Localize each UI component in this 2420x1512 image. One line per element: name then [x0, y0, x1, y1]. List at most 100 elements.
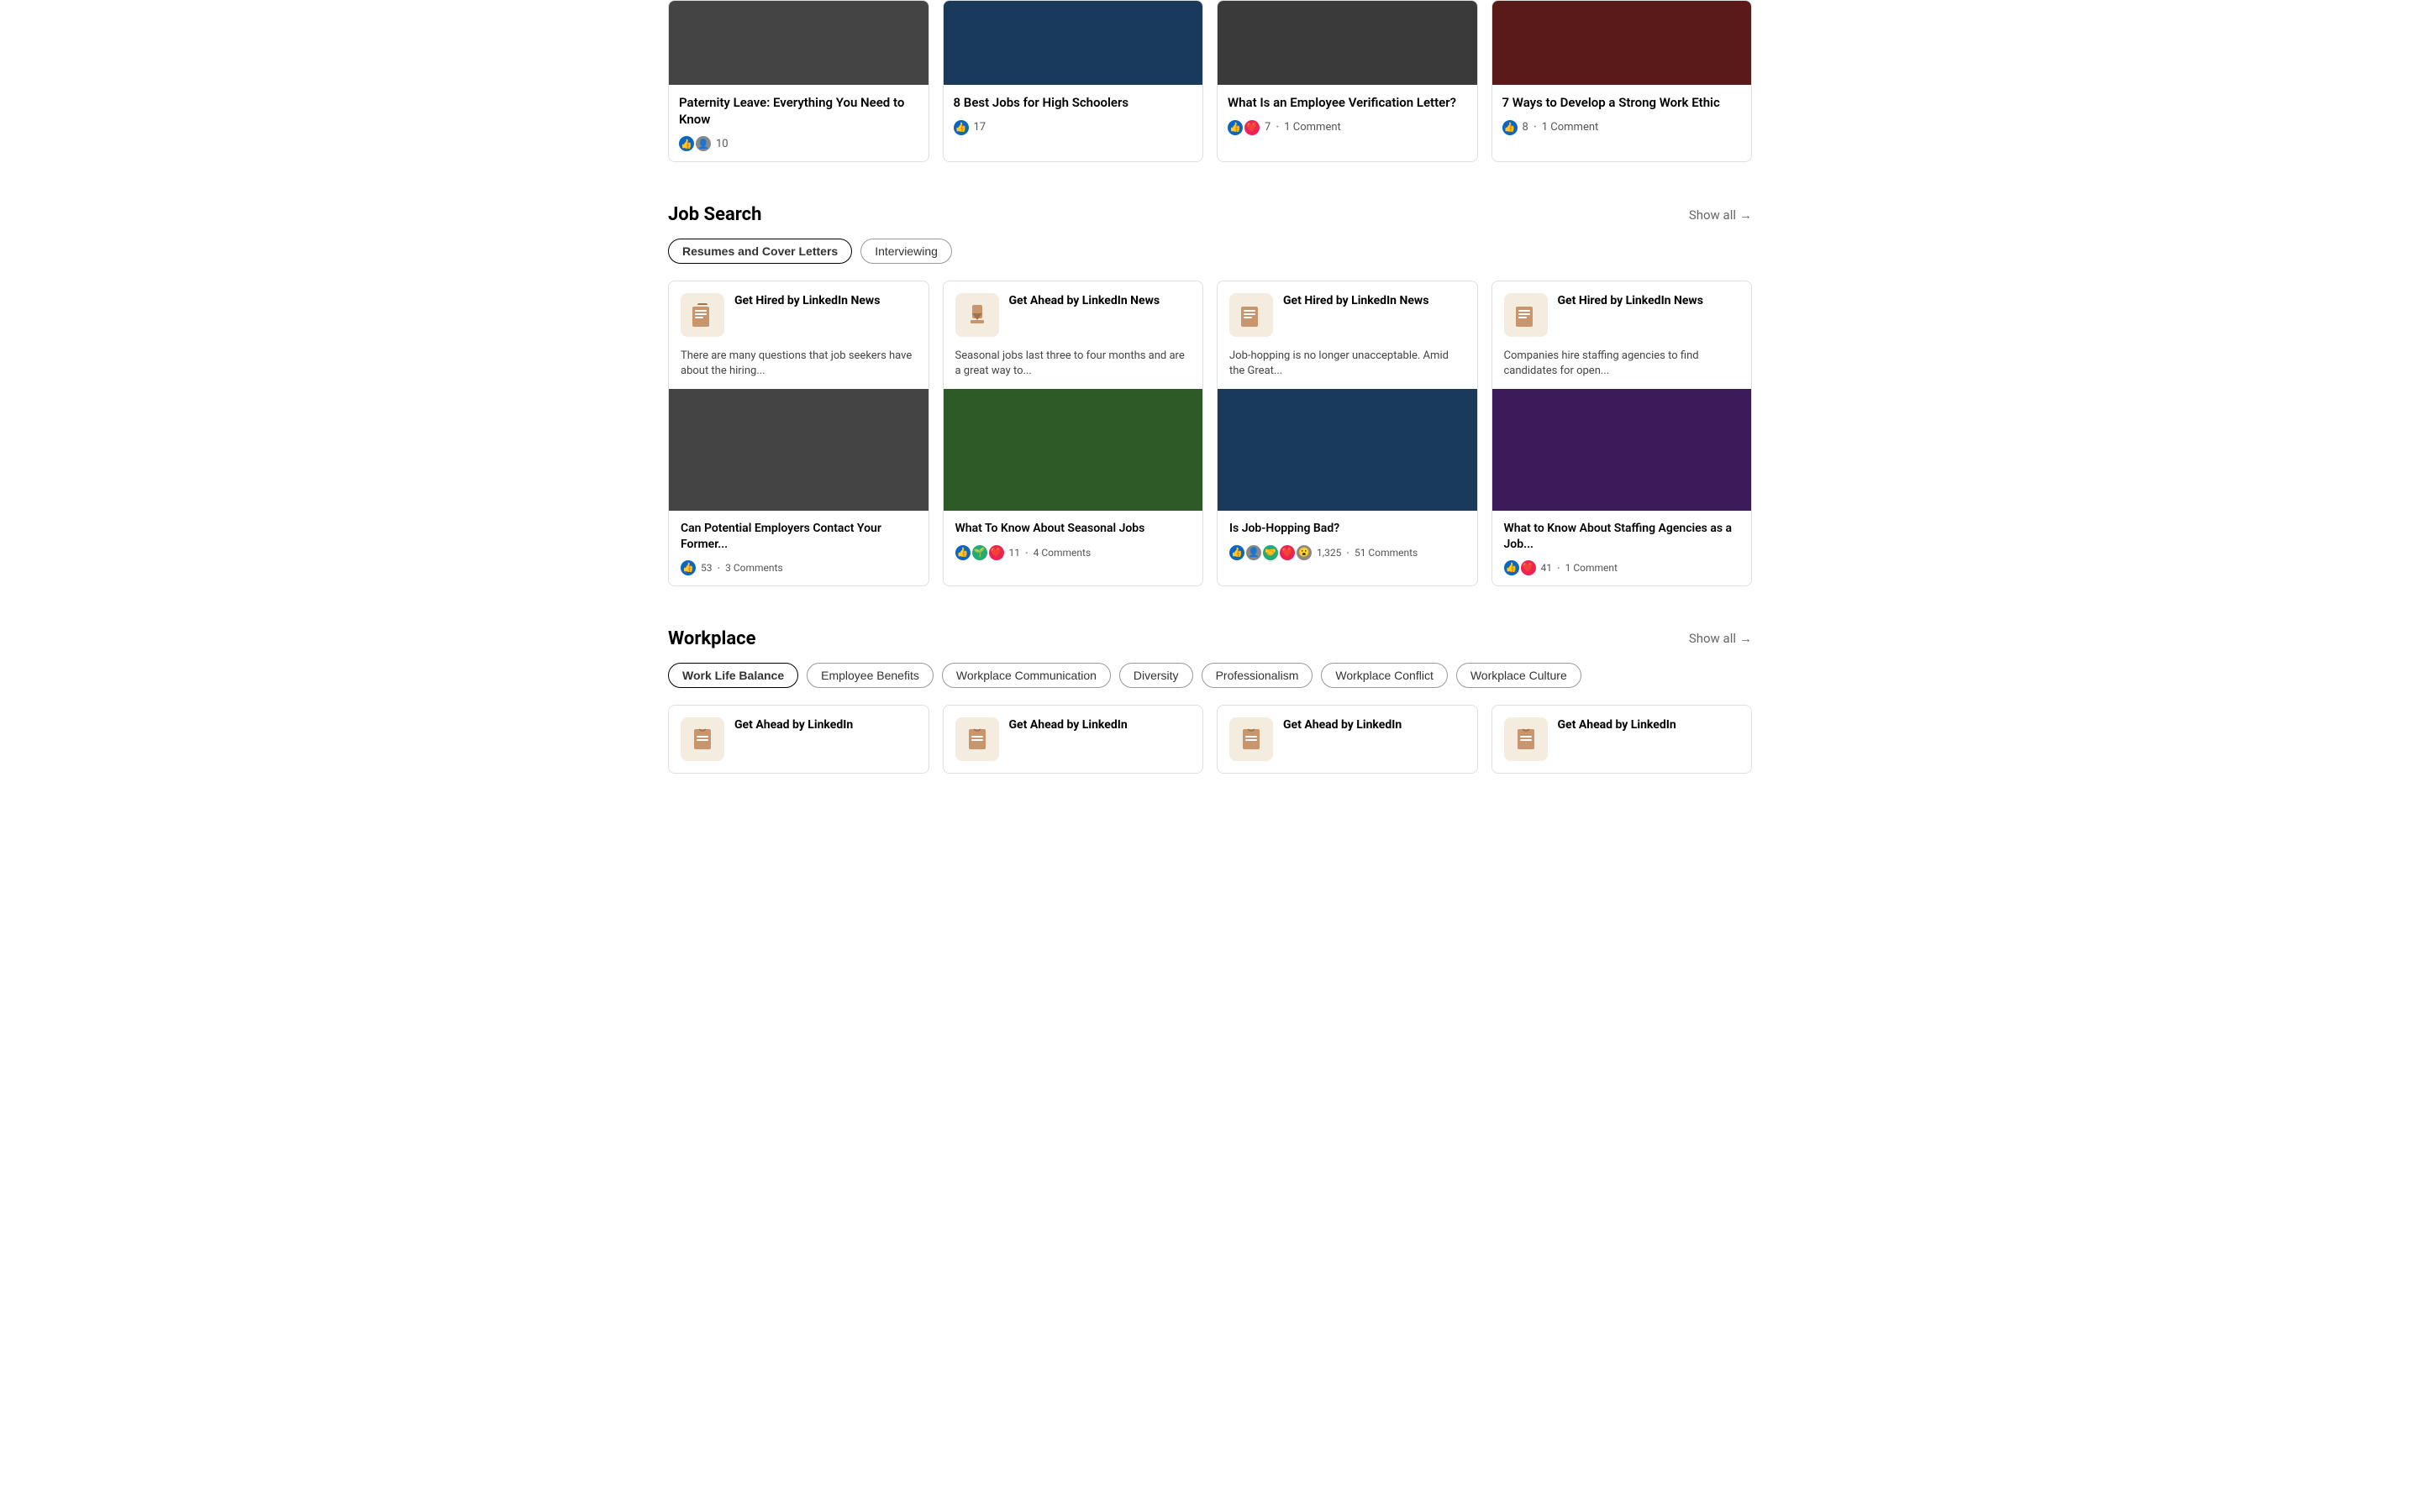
filter-employee-benefits[interactable]: Employee Benefits [807, 663, 934, 688]
dot-sep: · [1534, 121, 1537, 134]
job-search-section-header: Job Search Show all → [605, 187, 1815, 239]
job-article-2-desc: Seasonal jobs last three to four months … [944, 349, 1203, 389]
top-card-3-title: What Is an Employee Verification Letter? [1228, 95, 1467, 112]
top-card-2-title: 8 Best Jobs for High Schoolers [954, 95, 1193, 112]
job-article-2-top: Get Ahead by LinkedIn News [944, 281, 1203, 349]
job-article-3[interactable]: Get Hired by LinkedIn News Job-hopping i… [1217, 281, 1478, 586]
job-article-3-reactions: 👍 👤 🤝 ❤️ 😮 [1229, 545, 1312, 560]
job-article-2-title: What To Know About Seasonal Jobs [955, 521, 1192, 536]
filter-work-life-balance[interactable]: Work Life Balance [668, 663, 798, 688]
job-article-2-count: 11 [1009, 547, 1021, 559]
workplace-card-2-icon [955, 717, 999, 761]
workplace-card-2-title: Get Ahead by LinkedIn [1009, 717, 1128, 732]
dot-sep: · [1346, 547, 1349, 559]
top-cards-section: Paternity Leave: Everything You Need to … [605, 0, 1815, 187]
filter-workplace-conflict[interactable]: Workplace Conflict [1321, 663, 1447, 688]
thumbs-up-icon: 👍 [954, 120, 969, 135]
job-article-4[interactable]: Get Hired by LinkedIn News Companies hir… [1491, 281, 1753, 586]
top-card-2-count: 17 [974, 121, 986, 134]
top-card-1-title: Paternity Leave: Everything You Need to … [679, 95, 918, 128]
job-article-4-top: Get Hired by LinkedIn News [1492, 281, 1752, 349]
job-article-4-count: 41 [1541, 562, 1553, 574]
heart-icon: ❤️ [989, 545, 1004, 560]
thumbs-up-icon: 👍 [1228, 120, 1243, 135]
workplace-card-4-icon [1504, 717, 1548, 761]
top-card-3-image [1218, 1, 1477, 85]
top-card-4-body: 7 Ways to Develop a Strong Work Ethic 👍 … [1492, 85, 1752, 145]
top-card-4-image [1492, 1, 1752, 85]
workplace-card-2-top: Get Ahead by LinkedIn [944, 706, 1203, 773]
workplace-title: Workplace [668, 628, 755, 649]
job-article-1-source-icon [681, 293, 724, 337]
job-article-2[interactable]: Get Ahead by LinkedIn News Seasonal jobs… [943, 281, 1204, 586]
workplace-section-header: Workplace Show all → [605, 612, 1815, 663]
job-article-4-bottom: What to Know About Staffing Agencies as … [1492, 511, 1752, 585]
wow-icon: 😮 [1297, 545, 1312, 560]
top-card-1[interactable]: Paternity Leave: Everything You Need to … [668, 0, 929, 162]
job-article-3-title: Is Job-Hopping Bad? [1229, 521, 1465, 536]
job-article-3-source-icon [1229, 293, 1273, 337]
job-article-4-source-title: Get Hired by LinkedIn News [1558, 293, 1703, 308]
top-card-3-comment: 1 Comment [1284, 121, 1341, 134]
workplace-card-4-top: Get Ahead by LinkedIn [1492, 706, 1752, 773]
workplace-card-3[interactable]: Get Ahead by LinkedIn [1217, 705, 1478, 774]
job-article-2-bottom: What To Know About Seasonal Jobs 👍 🌱 ❤️ … [944, 511, 1203, 570]
workplace-show-all[interactable]: Show all → [1689, 631, 1752, 646]
top-card-1-reactions: 👍 👤 [679, 136, 711, 151]
dot-sep: · [1025, 547, 1028, 559]
job-search-title: Job Search [668, 204, 761, 225]
plant-icon: 🌱 [972, 545, 987, 560]
filter-resumes-cover-letters[interactable]: Resumes and Cover Letters [668, 239, 852, 264]
top-card-3-count: 7 [1265, 121, 1270, 134]
workplace-card-3-icon [1229, 717, 1273, 761]
job-article-2-source-title: Get Ahead by LinkedIn News [1009, 293, 1160, 308]
people-icon: 👤 [1246, 545, 1261, 560]
workplace-card-2[interactable]: Get Ahead by LinkedIn [943, 705, 1204, 774]
top-card-4[interactable]: 7 Ways to Develop a Strong Work Ethic 👍 … [1491, 0, 1753, 162]
show-all-label: Show all [1689, 207, 1736, 223]
filter-interviewing[interactable]: Interviewing [860, 239, 952, 264]
workplace-card-3-title: Get Ahead by LinkedIn [1283, 717, 1402, 732]
job-article-1-comment: 3 Comments [725, 562, 783, 574]
job-article-1-image [669, 389, 929, 511]
filter-workplace-communication[interactable]: Workplace Communication [942, 663, 1111, 688]
thumbs-up-icon: 👍 [1504, 560, 1519, 575]
job-article-3-top: Get Hired by LinkedIn News [1218, 281, 1477, 349]
job-article-1-reactions: 👍 [681, 560, 696, 575]
job-article-1[interactable]: Get Hired by LinkedIn News There are man… [668, 281, 929, 586]
top-card-1-count: 10 [716, 138, 729, 150]
job-search-show-all[interactable]: Show all → [1689, 207, 1752, 223]
top-card-4-comment: 1 Comment [1542, 121, 1599, 134]
filter-workplace-culture[interactable]: Workplace Culture [1456, 663, 1581, 688]
top-card-3[interactable]: What Is an Employee Verification Letter?… [1217, 0, 1478, 162]
job-article-4-source-icon [1504, 293, 1548, 337]
workplace-filters: Work Life Balance Employee Benefits Work… [605, 663, 1815, 705]
filter-diversity[interactable]: Diversity [1119, 663, 1193, 688]
job-article-4-desc: Companies hire staffing agencies to find… [1492, 349, 1752, 389]
filter-professionalism[interactable]: Professionalism [1202, 663, 1313, 688]
workplace-card-1[interactable]: Get Ahead by LinkedIn [668, 705, 929, 774]
top-card-2-meta: 👍 17 [954, 120, 1193, 135]
job-article-1-top: Get Hired by LinkedIn News [669, 281, 929, 349]
job-article-3-count: 1,325 [1317, 547, 1341, 559]
job-article-4-title: What to Know About Staffing Agencies as … [1504, 521, 1740, 551]
job-article-1-bottom: Can Potential Employers Contact Your For… [669, 511, 929, 585]
job-article-3-comment: 51 Comments [1355, 547, 1418, 559]
workplace-card-1-icon [681, 717, 724, 761]
top-card-1-image [669, 1, 929, 85]
workplace-cards-grid: Get Ahead by LinkedIn Get Ahead by Linke… [605, 705, 1815, 799]
people-icon: 👤 [696, 136, 711, 151]
workplace-card-4[interactable]: Get Ahead by LinkedIn [1491, 705, 1753, 774]
job-article-4-comment: 1 Comment [1565, 562, 1618, 574]
heart-icon: ❤️ [1521, 560, 1536, 575]
job-search-cards-grid: Get Hired by LinkedIn News There are man… [605, 281, 1815, 612]
heart-icon: ❤️ [1244, 120, 1260, 135]
workplace-show-all-label: Show all [1689, 631, 1736, 646]
handshake-icon: 🤝 [1263, 545, 1278, 560]
job-article-1-source-title: Get Hired by LinkedIn News [734, 293, 880, 308]
top-card-4-meta: 👍 8 · 1 Comment [1502, 120, 1742, 135]
workplace-card-1-top: Get Ahead by LinkedIn [669, 706, 929, 773]
job-article-2-source-icon [955, 293, 999, 337]
top-card-2[interactable]: 8 Best Jobs for High Schoolers 👍 17 [943, 0, 1204, 162]
job-article-2-image [944, 389, 1203, 511]
